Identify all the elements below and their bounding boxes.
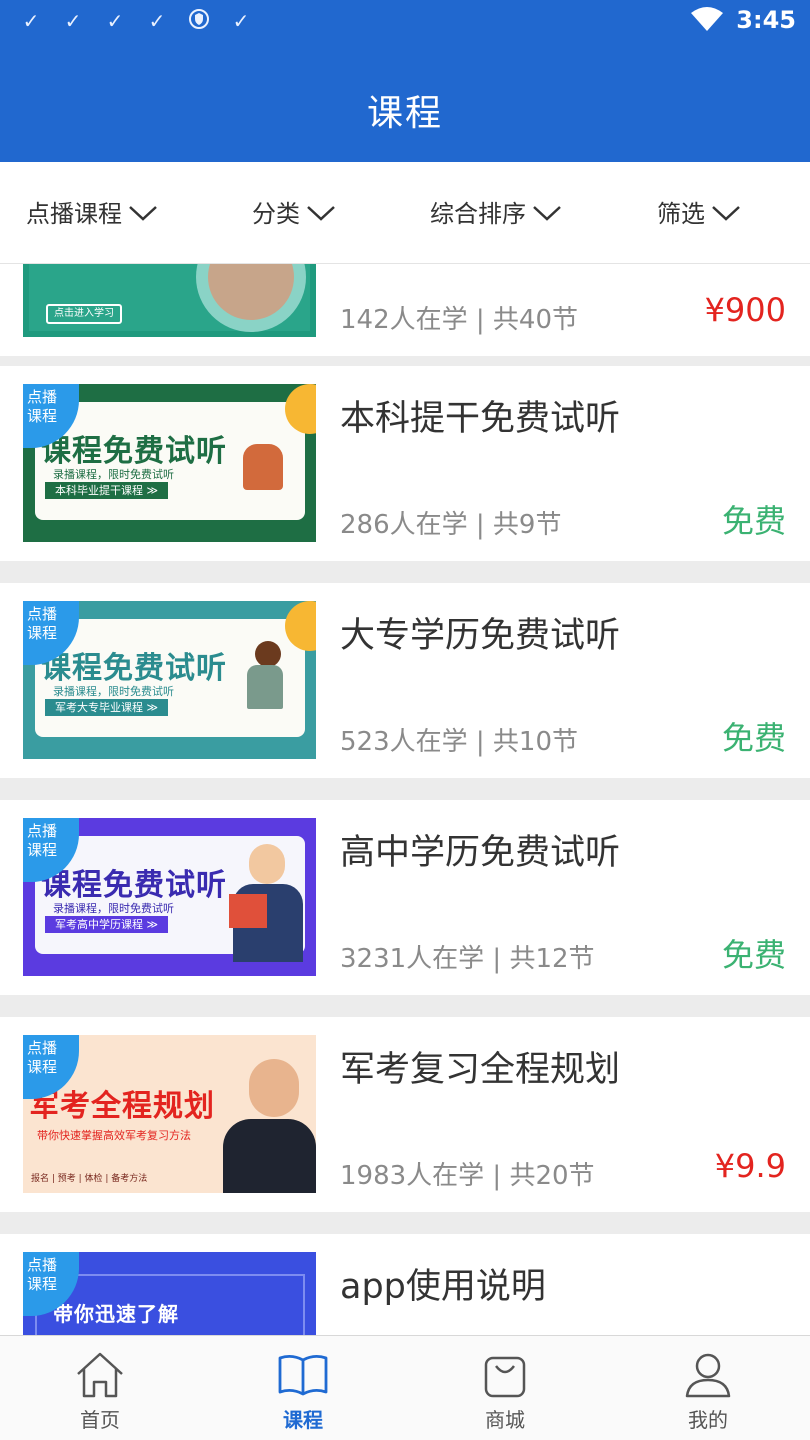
bottom-tab-bar: 首页 课程 商城 我的 <box>0 1335 810 1440</box>
filter-label: 点播课程 <box>26 200 122 228</box>
course-thumbnail: 课程免费试听 录播课程，限时免费试听 军考大专毕业课程 ≫ 点播 课程 <box>23 601 316 759</box>
check-icon: ✓ <box>22 9 40 33</box>
banner-title: 课程免费试听 <box>41 434 227 469</box>
course-title: 本科提干免费试听 <box>340 399 621 439</box>
course-price: 免费 <box>721 719 786 757</box>
course-list: 点击进入学习 142人在学 | 共40节 ¥900 课程免费试听 录播课程，限时… <box>0 264 810 1335</box>
check-icon: ✓ <box>64 9 82 33</box>
tab-label: 首页 <box>80 1408 120 1432</box>
tab-courses[interactable]: 课程 <box>243 1348 363 1433</box>
course-thumbnail: 课程免费试听 录播课程，限时免费试听 本科毕业提干课程 ≫ 点播 课程 <box>23 384 316 542</box>
course-card[interactable]: 点击进入学习 142人在学 | 共40节 ¥900 <box>0 264 810 356</box>
course-card[interactable]: 课程免费试听 录播课程，限时免费试听 军考大专毕业课程 ≫ 点播 课程 大专学历… <box>0 583 810 778</box>
course-card[interactable]: 带你迅速了解 点播 课程 app使用说明 <box>0 1234 810 1335</box>
course-meta: 1983人在学 | 共20节 <box>340 1161 595 1191</box>
filter-screen-dropdown[interactable]: 筛选 <box>657 194 741 229</box>
filter-bar: 点播课程 分类 综合排序 筛选 <box>0 162 810 264</box>
banner-pill: 报名 | 预考 | 体检 | 备考方法 <box>31 1174 148 1184</box>
banner-title: 带你迅速了解 <box>53 1302 179 1326</box>
course-card[interactable]: 课程免费试听 录播课程，限时免费试听 军考高中学历课程 ≫ 点播 课程 高中学历… <box>0 800 810 995</box>
app-header: ✓ ✓ ✓ ✓ ✓ 3:45 课程 <box>0 0 810 162</box>
course-meta: 523人在学 | 共10节 <box>340 727 578 757</box>
status-bar: ✓ ✓ ✓ ✓ ✓ 3:45 <box>0 0 810 44</box>
course-price: 免费 <box>721 502 786 540</box>
tab-label: 商城 <box>485 1408 525 1432</box>
banner-subtitle: 录播课程，限时免费试听 <box>53 902 174 915</box>
course-meta: 3231人在学 | 共12节 <box>340 944 595 974</box>
filter-label: 筛选 <box>657 200 705 228</box>
course-price: ¥900 <box>704 291 786 329</box>
banner-title: 课程免费试听 <box>41 651 227 686</box>
check-icon: ✓ <box>148 9 166 33</box>
course-card[interactable]: 课程免费试听 录播课程，限时免费试听 本科毕业提干课程 ≫ 点播 课程 本科提干… <box>0 366 810 561</box>
course-thumbnail: 军考全程规划 带你快速掌握高效军考复习方法 报名 | 预考 | 体检 | 备考方… <box>23 1035 316 1193</box>
course-title: 大专学历免费试听 <box>340 616 621 656</box>
tab-home[interactable]: 首页 <box>40 1348 160 1433</box>
banner-title: 课程免费试听 <box>41 868 227 903</box>
course-meta: 286人在学 | 共9节 <box>340 510 562 540</box>
course-thumbnail: 带你迅速了解 点播 课程 <box>23 1252 316 1335</box>
bag-icon <box>484 1356 526 1398</box>
chevron-down-icon <box>307 205 335 221</box>
banner-pill: 军考大专毕业课程 ≫ <box>45 699 169 716</box>
user-icon <box>685 1353 731 1398</box>
banner-pill: 军考高中学历课程 ≫ <box>45 916 169 933</box>
home-icon <box>77 1352 123 1398</box>
tab-mall[interactable]: 商城 <box>445 1348 565 1433</box>
course-thumbnail: 点击进入学习 <box>23 264 316 337</box>
check-icon: ✓ <box>232 9 250 33</box>
course-card[interactable]: 军考全程规划 带你快速掌握高效军考复习方法 报名 | 预考 | 体检 | 备考方… <box>0 1017 810 1212</box>
course-thumbnail: 课程免费试听 录播课程，限时免费试听 军考高中学历课程 ≫ 点播 课程 <box>23 818 316 976</box>
chevron-down-icon <box>533 205 561 221</box>
status-clock: 3:45 <box>736 6 796 34</box>
course-price: ¥9.9 <box>714 1147 786 1185</box>
chevron-down-icon <box>129 205 157 221</box>
page-title: 课程 <box>366 93 443 134</box>
filter-type-dropdown[interactable]: 点播课程 <box>26 194 158 229</box>
filter-label: 综合排序 <box>430 200 526 228</box>
banner-subtitle: 录播课程，限时免费试听 <box>53 468 174 481</box>
wifi-icon <box>691 7 724 31</box>
course-title: 军考复习全程规划 <box>340 1050 621 1090</box>
filter-category-dropdown[interactable]: 分类 <box>252 194 336 229</box>
check-icon: ✓ <box>106 9 124 33</box>
book-icon <box>278 1355 328 1396</box>
chevron-down-icon <box>712 205 740 221</box>
course-meta: 142人在学 | 共40节 <box>340 305 578 335</box>
banner-subtitle: 带你快速掌握高效军考复习方法 <box>37 1129 191 1142</box>
filter-label: 分类 <box>252 200 300 228</box>
banner-subtitle: 录播课程，限时免费试听 <box>53 685 174 698</box>
banner-enter-button: 点击进入学习 <box>46 304 122 324</box>
tab-label: 我的 <box>688 1408 728 1432</box>
course-title: 高中学历免费试听 <box>340 833 621 873</box>
course-price: 免费 <box>721 936 786 974</box>
filter-sort-dropdown[interactable]: 综合排序 <box>430 194 562 229</box>
banner-pill: 本科毕业提干课程 ≫ <box>45 482 169 499</box>
tab-label: 课程 <box>283 1408 323 1432</box>
course-title: app使用说明 <box>340 1267 546 1307</box>
tab-mine[interactable]: 我的 <box>648 1348 768 1433</box>
shield-icon <box>188 8 210 34</box>
